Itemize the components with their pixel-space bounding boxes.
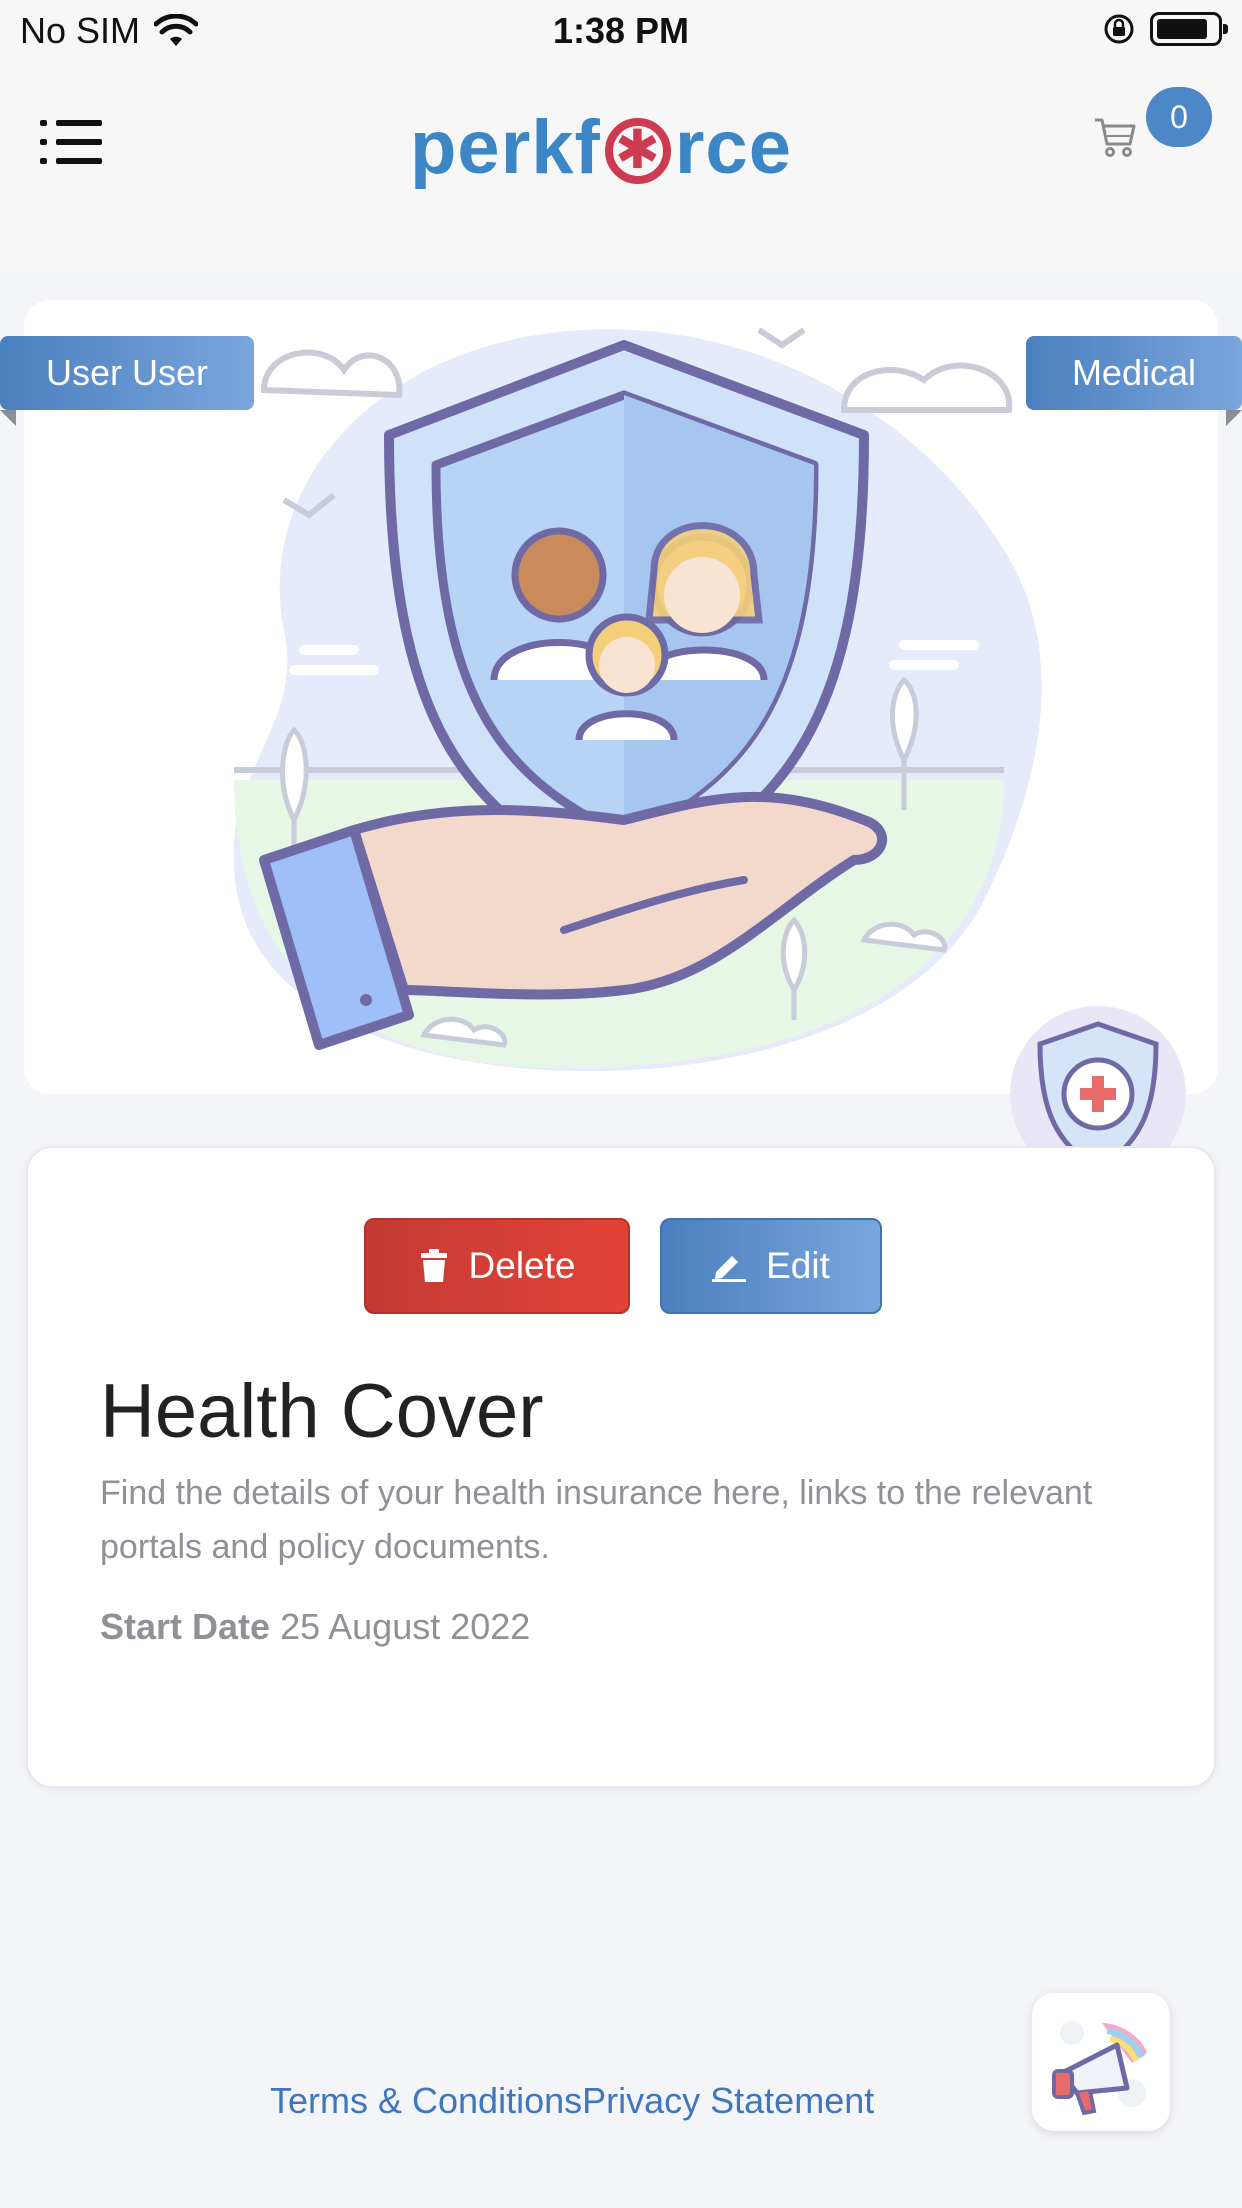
start-date-label: Start Date — [100, 1606, 271, 1647]
delete-label: Delete — [468, 1245, 576, 1286]
status-bar: No SIM 1:38 PM — [0, 0, 1242, 62]
terms-link[interactable]: Terms & Conditions — [270, 2080, 582, 2122]
action-buttons: Delete Edit — [28, 1218, 1218, 1314]
start-date-value: 25 August 2022 — [280, 1606, 531, 1647]
logo-star-icon: ✱ — [604, 118, 671, 184]
user-tag: User User — [0, 336, 255, 410]
edit-label: Edit — [766, 1245, 830, 1286]
cart-count-badge[interactable]: 0 — [1146, 87, 1212, 147]
megaphone-icon — [1052, 2021, 1147, 2116]
category-tag: Medical — [1025, 336, 1242, 410]
battery-icon — [1150, 12, 1228, 46]
start-date: Start Date 25 August 2022 — [100, 1606, 530, 1648]
app-header: perkf ✱ rce 0 — [0, 62, 1242, 272]
privacy-link[interactable]: Privacy Statement — [582, 2080, 874, 2122]
benefit-title: Health Cover — [100, 1369, 544, 1454]
benefit-description: Find the details of your health insuranc… — [100, 1474, 1093, 1566]
pencil-icon — [712, 1256, 747, 1282]
status-time: 1:38 PM — [552, 10, 690, 51]
trash-icon — [420, 1249, 447, 1282]
announcement-button[interactable] — [1032, 1993, 1170, 2131]
health-insurance-illustration — [233, 327, 1042, 1072]
edit-button[interactable]: Edit — [660, 1218, 882, 1314]
medical-shield-icon — [1008, 1004, 1188, 1148]
rotation-lock-icon — [1104, 14, 1134, 44]
status-right — [1102, 12, 1228, 46]
cart-icon[interactable] — [1092, 112, 1140, 160]
logo-text-right: rce — [674, 104, 792, 190]
logo-text-left: perkf — [410, 104, 601, 190]
category-tag-fold — [1226, 410, 1242, 426]
footer-links: Terms & Conditions Privacy Statement — [270, 2080, 874, 2122]
benefit-hero-image — [24, 300, 1218, 1094]
brand-logo[interactable]: perkf ✱ rce — [410, 97, 792, 197]
benefit-detail-card: Delete Edit Health Cover Find the detail… — [26, 1146, 1216, 1788]
menu-icon[interactable] — [40, 112, 104, 172]
delete-button[interactable]: Delete — [364, 1218, 630, 1314]
user-tag-fold — [0, 410, 16, 426]
